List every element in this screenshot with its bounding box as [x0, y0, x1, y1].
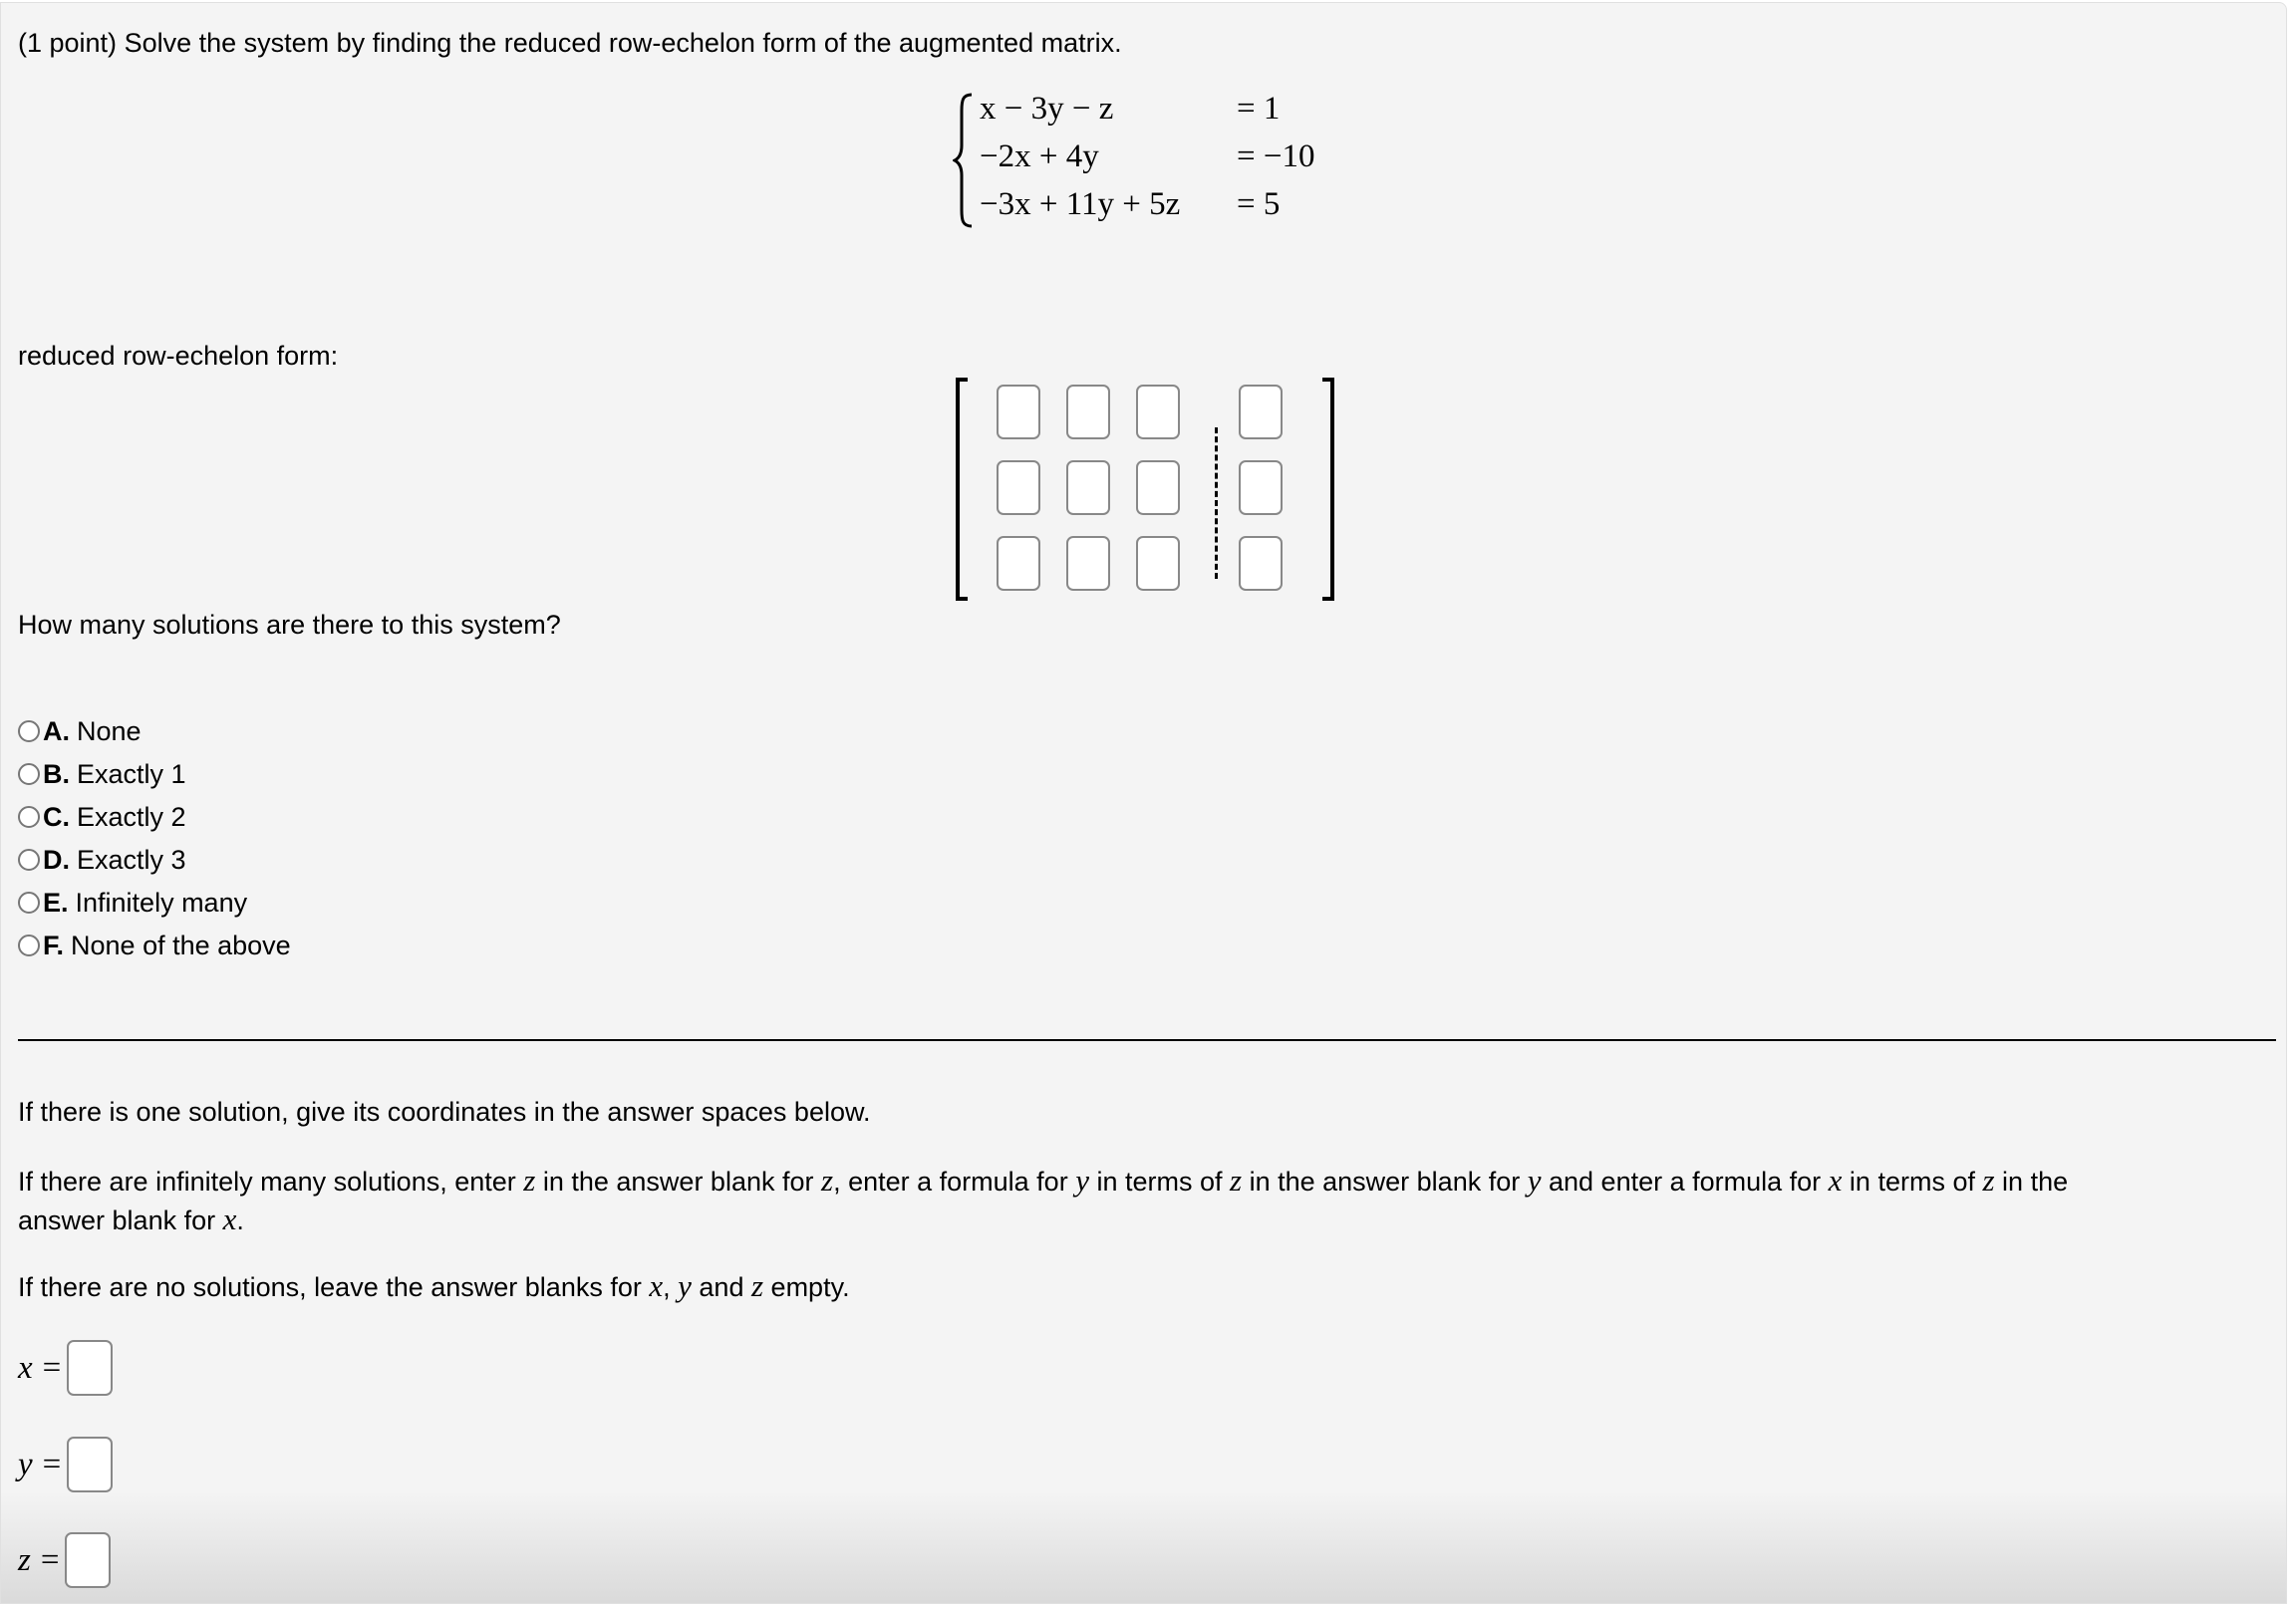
answer-x-row: x =	[18, 1340, 114, 1396]
option-e[interactable]: E. Infinitely many	[18, 887, 247, 919]
option-f[interactable]: F. None of the above	[18, 930, 291, 961]
matrix-cell-r2c3[interactable]	[1136, 460, 1180, 515]
equation-system: x − 3y − z = 1 −2x + 4y = −10 −3x + 11y …	[953, 91, 1331, 230]
option-letter: A.	[43, 715, 70, 746]
matrix-cell-r3c3[interactable]	[1136, 536, 1180, 591]
matrix-cell-r1c3[interactable]	[1136, 385, 1180, 439]
answer-z-input[interactable]	[65, 1532, 112, 1588]
instruction-one-solution: If there is one solution, give its coord…	[18, 1097, 871, 1127]
radio-button-icon[interactable]	[18, 806, 40, 828]
radio-button-icon[interactable]	[18, 849, 40, 871]
option-text: None	[77, 715, 142, 746]
right-bracket	[1322, 378, 1334, 601]
question-text: Solve the system by finding the reduced …	[124, 28, 1122, 58]
option-letter: B.	[43, 758, 70, 789]
instruction-infinite-line2: answer blank for x.	[18, 1202, 244, 1236]
radio-button-icon[interactable]	[18, 892, 40, 914]
problem-panel: (1 point) Solve the system by finding th…	[0, 2, 2287, 1604]
left-brace-icon	[953, 93, 973, 228]
variable-y-label: y	[18, 1446, 33, 1482]
matrix-cell-r2c4[interactable]	[1239, 460, 1283, 515]
augment-divider	[1215, 427, 1218, 579]
rref-label: reduced row-echelon form:	[18, 341, 339, 371]
option-letter: F.	[43, 930, 65, 960]
option-text: None of the above	[71, 930, 291, 960]
equation-3-rhs: = 5	[1237, 186, 1281, 222]
answer-z-row: z =	[18, 1532, 112, 1588]
answer-y-row: y =	[18, 1437, 114, 1492]
option-text: Infinitely many	[75, 887, 248, 918]
matrix-cell-r2c2[interactable]	[1066, 460, 1110, 515]
radio-button-icon[interactable]	[18, 763, 40, 785]
option-letter: C.	[43, 801, 70, 832]
augmented-matrix	[956, 378, 1334, 605]
equation-3-lhs: −3x + 11y + 5z	[980, 186, 1181, 222]
equation-1-rhs: = 1	[1237, 91, 1281, 127]
instruction-infinite-line1: If there are infinitely many solutions, …	[18, 1163, 2069, 1198]
variable-z-label: z	[18, 1541, 31, 1578]
option-text: Exactly 2	[77, 801, 186, 832]
answer-x-input[interactable]	[67, 1340, 114, 1396]
option-c[interactable]: C. Exactly 2	[18, 801, 186, 833]
variable-x-label: x	[18, 1349, 33, 1386]
section-divider	[18, 1039, 2276, 1041]
option-a[interactable]: A. None	[18, 715, 142, 747]
option-letter: D.	[43, 844, 70, 875]
points-label: (1 point)	[18, 28, 118, 58]
option-b[interactable]: B. Exactly 1	[18, 758, 186, 790]
equation-2-rhs: = −10	[1237, 138, 1315, 174]
option-text: Exactly 1	[77, 758, 186, 789]
equals-sign: =	[42, 1349, 62, 1386]
matrix-cell-r3c4[interactable]	[1239, 536, 1283, 591]
question-prompt: (1 point) Solve the system by finding th…	[18, 27, 1122, 59]
radio-button-icon[interactable]	[18, 720, 40, 742]
matrix-cell-r1c2[interactable]	[1066, 385, 1110, 439]
matrix-cell-r1c1[interactable]	[997, 385, 1040, 439]
equation-2-lhs: −2x + 4y	[980, 138, 1099, 174]
option-letter: E.	[43, 887, 69, 918]
option-d[interactable]: D. Exactly 3	[18, 844, 186, 876]
left-bracket	[956, 378, 968, 601]
equation-1-lhs: x − 3y − z	[980, 91, 1114, 127]
option-text: Exactly 3	[77, 844, 186, 875]
solutions-question-label: How many solutions are there to this sys…	[18, 610, 561, 640]
equals-sign: =	[40, 1541, 60, 1578]
radio-button-icon[interactable]	[18, 935, 40, 956]
answer-y-input[interactable]	[67, 1437, 114, 1492]
matrix-cell-r3c2[interactable]	[1066, 536, 1110, 591]
matrix-cell-r2c1[interactable]	[997, 460, 1040, 515]
equals-sign: =	[42, 1446, 62, 1482]
matrix-cell-r1c4[interactable]	[1239, 385, 1283, 439]
matrix-cell-r3c1[interactable]	[997, 536, 1040, 591]
instruction-no-solution: If there are no solutions, leave the ans…	[18, 1268, 850, 1303]
